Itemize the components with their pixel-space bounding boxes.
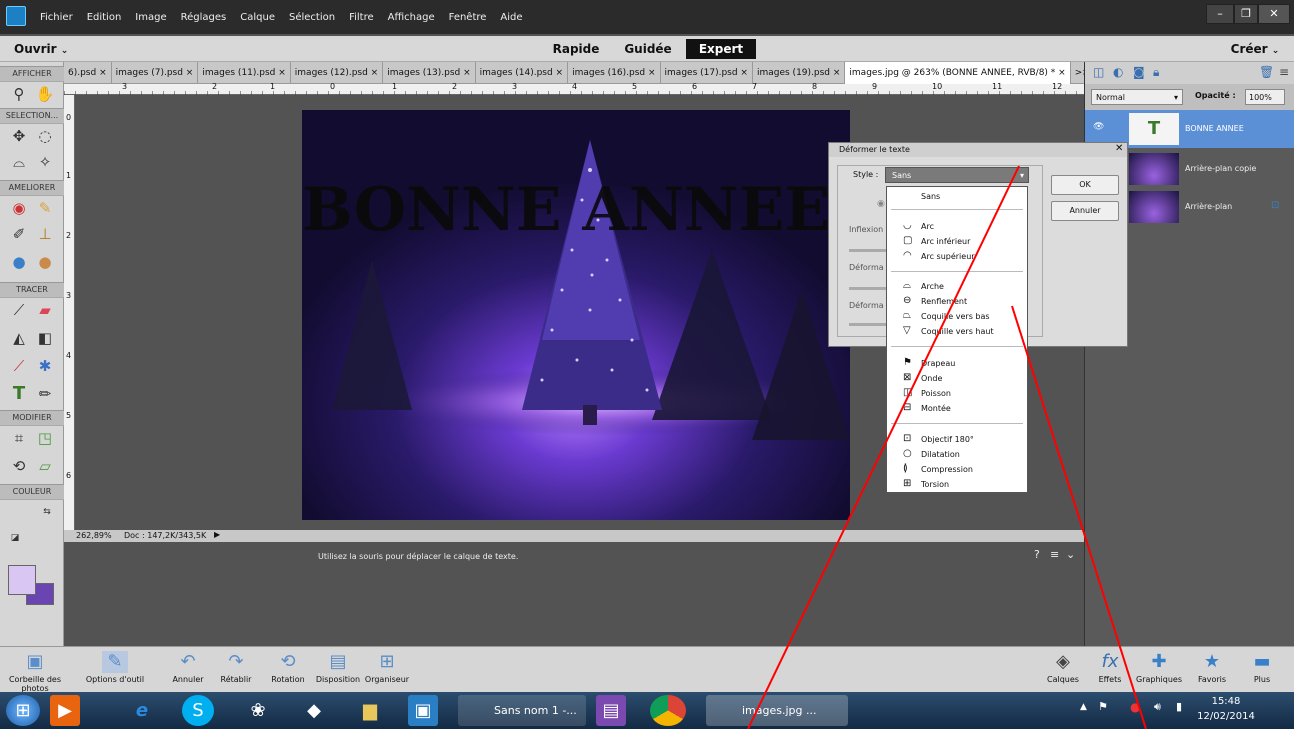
annotation-line <box>747 165 1020 729</box>
annotation-line <box>1011 305 1147 729</box>
annotation-overlay <box>747 165 1147 729</box>
